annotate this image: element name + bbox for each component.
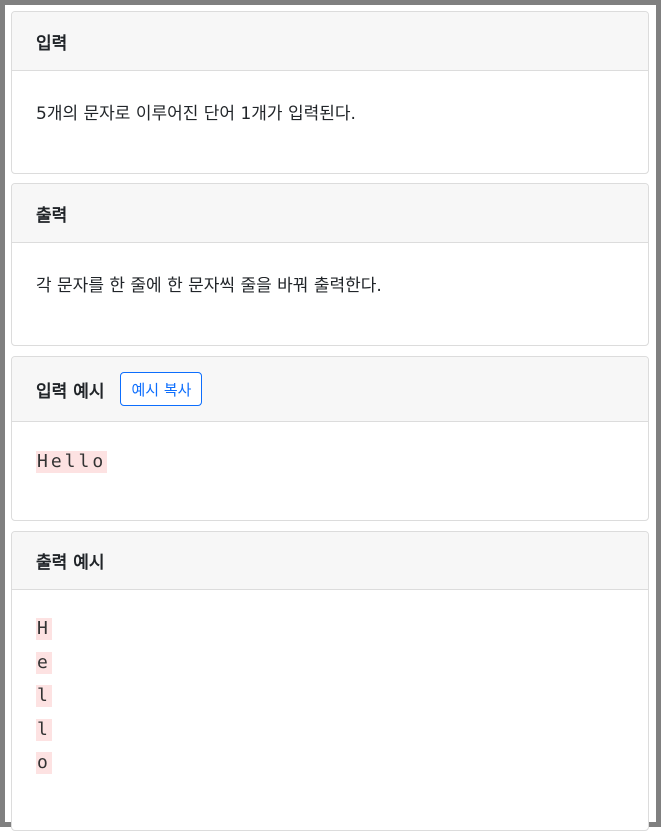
- sample-output-card-header: 출력 예시: [12, 532, 648, 590]
- input-card: 입력 5개의 문자로 이루어진 단어 1개가 입력된다.: [11, 11, 649, 174]
- output-card-body: 각 문자를 한 줄에 한 문자씩 줄을 바꿔 출력한다.: [12, 243, 648, 296]
- output-title: 출력: [36, 205, 68, 226]
- sample-output-line: l: [36, 718, 52, 741]
- sample-output-title: 출력 예시: [36, 553, 105, 573]
- sample-output-lines: H e l l o: [36, 618, 624, 774]
- sample-output-line: H: [36, 618, 52, 640]
- input-title: 입력: [36, 33, 68, 54]
- output-card-header: 출력: [12, 184, 648, 243]
- output-card: 출력 각 문자를 한 줄에 한 문자씩 줄을 바꿔 출력한다.: [11, 183, 649, 346]
- output-description: 각 문자를 한 줄에 한 문자씩 줄을 바꿔 출력한다.: [36, 276, 382, 296]
- sample-output-line: l: [36, 685, 52, 707]
- sample-input-line: Hello: [36, 451, 108, 473]
- sample-output-line: e: [36, 651, 52, 674]
- input-card-header: 입력: [12, 12, 648, 71]
- sample-input-title: 입력 예시: [36, 381, 105, 402]
- sample-output-card: 출력 예시 H e l l o: [11, 531, 649, 831]
- sample-input-card-header: 입력 예시 예시 복사: [12, 357, 648, 422]
- sample-output-card-body: H e l l o: [12, 590, 648, 774]
- input-description: 5개의 문자로 이루어진 단어 1개가 입력된다.: [36, 104, 356, 124]
- sample-input-card: 입력 예시 예시 복사 Hello: [11, 356, 649, 521]
- copy-sample-button[interactable]: 예시 복사: [120, 372, 203, 406]
- sample-input-card-body: Hello: [12, 422, 648, 473]
- sample-output-line: o: [36, 752, 52, 774]
- input-card-body: 5개의 문자로 이루어진 단어 1개가 입력된다.: [12, 71, 648, 124]
